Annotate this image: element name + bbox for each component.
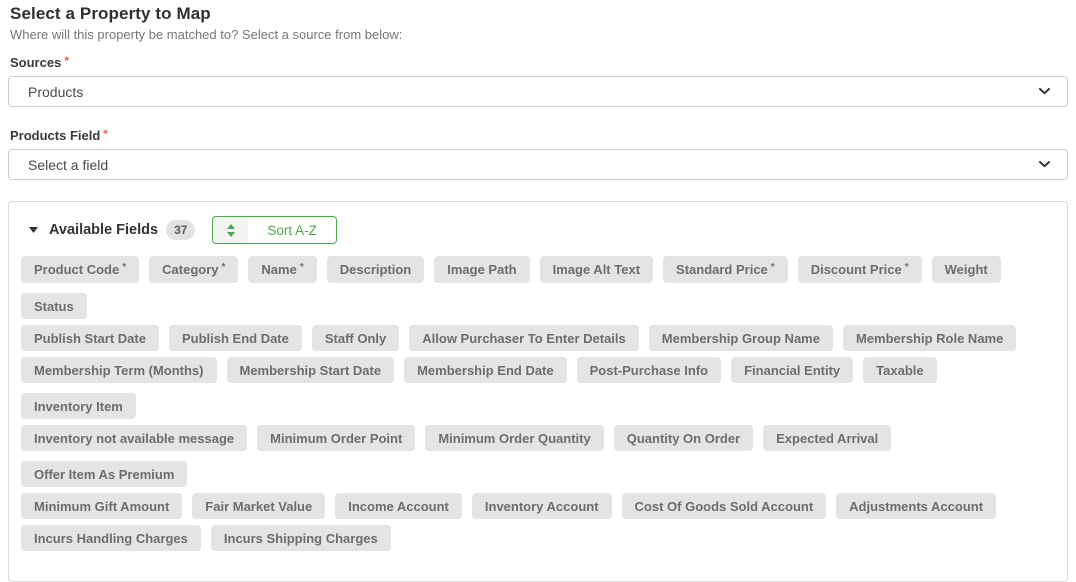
field-chip[interactable]: Fair Market Value <box>192 493 325 519</box>
field-chip[interactable]: Product Code* <box>21 256 139 283</box>
available-fields-count-badge: 37 <box>166 220 195 240</box>
sources-select-value: Products <box>28 84 83 100</box>
field-chip[interactable]: Description <box>327 256 425 283</box>
field-chip[interactable]: Status <box>21 293 87 319</box>
field-chip[interactable]: Membership Term (Months) <box>21 357 217 383</box>
field-chip[interactable]: Post-Purchase Info <box>577 357 721 383</box>
field-chip[interactable]: Inventory Item <box>21 393 136 419</box>
chip-required-marker: * <box>122 262 126 273</box>
field-chip-row: Product Code* Category* Name* Description Im… <box>21 256 1055 319</box>
field-chip[interactable]: Membership Role Name <box>843 325 1016 351</box>
field-chip[interactable]: Inventory not available message <box>21 425 247 451</box>
field-chip[interactable]: Name* <box>248 256 316 283</box>
chip-required-marker: * <box>771 262 775 273</box>
field-chip-row: Incurs Handling Charges Incurs Shipping C… <box>21 525 1055 551</box>
field-chip[interactable]: Membership Group Name <box>649 325 833 351</box>
field-chip[interactable]: Inventory Account <box>472 493 612 519</box>
field-chip[interactable]: Taxable <box>863 357 936 383</box>
field-chip[interactable]: Publish End Date <box>169 325 302 351</box>
products-field-label: Products Field* <box>10 128 1068 143</box>
field-chip[interactable]: Offer Item As Premium <box>21 461 187 487</box>
field-chip[interactable]: Cost Of Goods Sold Account <box>622 493 827 519</box>
available-fields-panel: Available Fields 37 Sort A-Z Product Cod… <box>8 201 1068 582</box>
field-chip[interactable]: Standard Price* <box>663 256 788 283</box>
products-field-select[interactable]: Select a field <box>8 149 1068 180</box>
field-chip-row: Publish Start Date Publish End Date Staff … <box>21 325 1055 351</box>
field-chip[interactable]: Image Path <box>434 256 529 283</box>
available-fields-list: Product Code* Category* Name* Description Im… <box>21 256 1055 551</box>
field-chip[interactable]: Image Alt Text <box>540 256 653 283</box>
chip-required-marker: * <box>300 262 304 273</box>
chip-required-marker: * <box>222 262 226 273</box>
sort-arrows-icon <box>213 217 248 243</box>
field-chip[interactable]: Weight <box>932 256 1001 283</box>
field-chip[interactable]: Adjustments Account <box>836 493 996 519</box>
field-chip-row: Minimum Gift Amount Fair Market Value Inco… <box>21 493 1055 519</box>
page-subtitle: Where will this property be matched to? … <box>10 27 1068 42</box>
field-chip[interactable]: Financial Entity <box>731 357 853 383</box>
sort-az-button[interactable]: Sort A-Z <box>212 216 337 244</box>
page-title: Select a Property to Map <box>10 4 1068 24</box>
field-chip[interactable]: Expected Arrival <box>763 425 891 451</box>
field-chip[interactable]: Incurs Handling Charges <box>21 525 201 551</box>
chip-required-marker: * <box>905 262 909 273</box>
field-chip[interactable]: Income Account <box>335 493 462 519</box>
sort-button-label: Sort A-Z <box>248 217 336 243</box>
field-chip[interactable]: Discount Price* <box>798 256 922 283</box>
field-chip-row: Membership Term (Months) Membership Start… <box>21 357 1055 419</box>
field-chip-row: Inventory not available message Minimum O… <box>21 425 1055 487</box>
available-fields-header: Available Fields 37 Sort A-Z <box>29 216 1055 244</box>
field-chip[interactable]: Quantity On Order <box>614 425 753 451</box>
required-asterisk: * <box>64 54 69 68</box>
caret-down-icon[interactable] <box>29 227 38 233</box>
select-property-page: Select a Property to Map Where will this… <box>0 0 1076 582</box>
field-chip[interactable]: Membership End Date <box>404 357 567 383</box>
chevron-down-icon <box>1039 88 1050 95</box>
required-asterisk: * <box>103 127 108 141</box>
field-chip[interactable]: Incurs Shipping Charges <box>211 525 391 551</box>
available-fields-title: Available Fields <box>49 222 158 238</box>
chevron-down-icon <box>1039 161 1050 168</box>
products-field-select-value: Select a field <box>28 157 108 173</box>
field-chip[interactable]: Minimum Order Quantity <box>425 425 603 451</box>
field-chip[interactable]: Staff Only <box>312 325 399 351</box>
field-chip[interactable]: Category* <box>149 256 238 283</box>
sources-label: Sources* <box>10 55 1068 70</box>
field-chip[interactable]: Publish Start Date <box>21 325 159 351</box>
field-chip[interactable]: Membership Start Date <box>227 357 395 383</box>
field-chip[interactable]: Allow Purchaser To Enter Details <box>409 325 638 351</box>
field-chip[interactable]: Minimum Order Point <box>257 425 415 451</box>
sources-select[interactable]: Products <box>8 76 1068 107</box>
field-chip[interactable]: Minimum Gift Amount <box>21 493 182 519</box>
